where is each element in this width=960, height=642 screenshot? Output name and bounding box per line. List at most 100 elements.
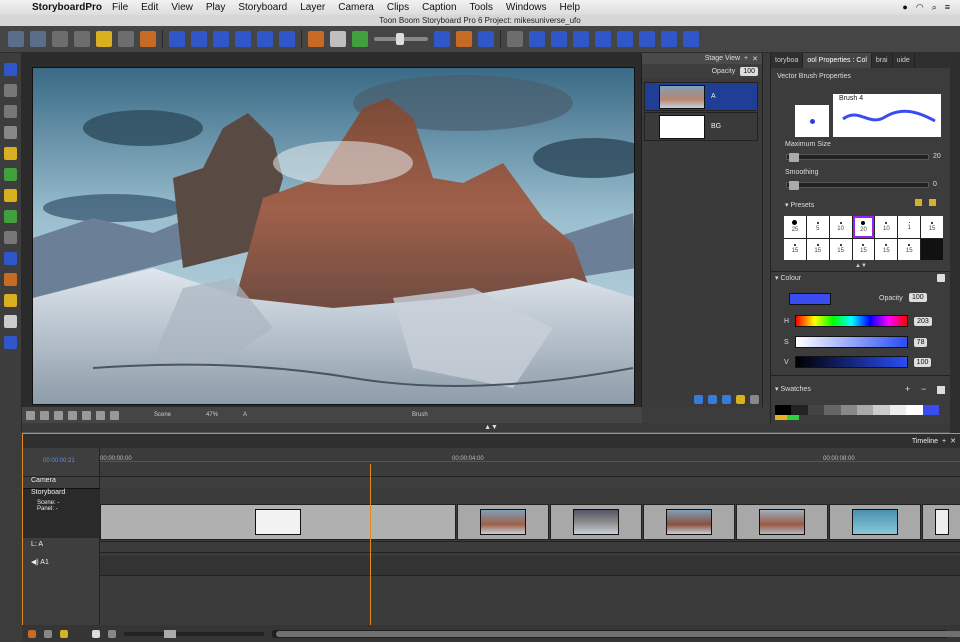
add-vector-layer-icon[interactable] [694, 394, 703, 404]
swatch[interactable] [775, 415, 787, 420]
add-scene-icon[interactable] [191, 31, 207, 47]
smoothing-knob[interactable] [789, 181, 799, 190]
swatches-header[interactable]: ▾ Swatches [775, 385, 811, 393]
bucket-icon[interactable] [456, 31, 472, 47]
menu-layer[interactable]: Layer [300, 2, 325, 13]
eyedropper-icon[interactable] [4, 294, 17, 307]
stage-zoom-label[interactable]: 47% [206, 412, 218, 418]
zoom-icon[interactable] [108, 629, 116, 638]
preset-cell[interactable]: 15 [829, 238, 852, 260]
speaker-icon[interactable]: ◀) [31, 559, 39, 566]
swatch[interactable] [922, 405, 940, 415]
camera-extra-icon[interactable] [683, 31, 699, 47]
storyboard-clip[interactable] [457, 504, 549, 540]
colour-opacity-value[interactable]: 100 [909, 293, 927, 302]
transform-icon[interactable] [434, 31, 450, 47]
preset-cell[interactable]: 15 [784, 238, 806, 260]
s-value[interactable]: 78 [913, 337, 928, 347]
preset-cell[interactable]: 10 [829, 216, 852, 238]
layer-row[interactable]: A [644, 82, 758, 111]
brush-stroke-icon[interactable] [352, 31, 368, 47]
onion-skin-icon[interactable] [308, 31, 324, 47]
preset-cell[interactable]: 15 [875, 238, 898, 260]
preset-cell[interactable]: 25 [784, 216, 806, 238]
timeline-tracks[interactable]: 00:00:00:00 00:00:04:00 00:00:08:00 [100, 448, 960, 626]
text-icon[interactable] [4, 231, 17, 244]
camera-move-icon[interactable] [551, 31, 567, 47]
menu-clips[interactable]: Clips [387, 2, 409, 13]
swatch[interactable] [791, 405, 808, 415]
storyboard-clip[interactable] [829, 504, 921, 540]
storyboard-clip[interactable] [643, 504, 735, 540]
rectangle-icon[interactable] [4, 252, 17, 265]
add-track-icon[interactable] [28, 629, 36, 638]
storyboard-track-label[interactable]: Storyboard Scene: - Panel: - [23, 488, 100, 538]
menu-app-name[interactable]: StoryboardPro [32, 2, 102, 13]
tab-storyboard[interactable]: toryboa [771, 53, 804, 68]
layer-track-label[interactable]: L: A [23, 541, 100, 553]
add-audio-icon[interactable] [44, 629, 52, 638]
grid-icon[interactable] [118, 31, 134, 47]
list-icon[interactable]: ≡ [945, 2, 950, 13]
menu-tools[interactable]: Tools [470, 2, 493, 13]
smoothing-value[interactable]: 0 [933, 181, 937, 188]
saturation-slider[interactable] [794, 336, 908, 348]
add-bitmap-layer-icon[interactable] [708, 394, 717, 404]
current-colour-swatch[interactable] [789, 293, 831, 305]
current-time[interactable]: 00:00:00:21 [43, 458, 75, 464]
tab-tool-properties[interactable]: ool Properties : Col [803, 53, 872, 68]
preset-add-icon[interactable] [915, 199, 922, 206]
duplicate-layer-icon[interactable] [736, 394, 745, 404]
preset-import-icon[interactable] [929, 199, 936, 206]
onion-icon[interactable] [110, 410, 119, 420]
save-icon[interactable] [30, 31, 46, 47]
reset-view-icon[interactable] [26, 410, 35, 420]
camera-rotate-icon[interactable] [573, 31, 589, 47]
brush-stroke-preview[interactable]: Brush 4 [833, 94, 941, 137]
add-tab-icon[interactable]: + [744, 55, 748, 62]
swatches-menu-icon[interactable] [937, 386, 945, 394]
menu-file[interactable]: File [112, 2, 128, 13]
menu-caption[interactable]: Caption [422, 2, 456, 13]
menu-view[interactable]: View [171, 2, 193, 13]
add-group-icon[interactable] [722, 394, 731, 404]
menu-edit[interactable]: Edit [141, 2, 158, 13]
layer-track[interactable] [100, 541, 960, 553]
folder-icon[interactable] [60, 629, 68, 638]
brush-shape-icon[interactable] [330, 31, 346, 47]
swatch[interactable] [873, 405, 890, 415]
zoom-icon[interactable] [4, 336, 17, 349]
h-value[interactable]: 203 [914, 316, 932, 326]
layer-row[interactable]: BG [644, 112, 758, 141]
stage-layer-label[interactable]: A [243, 412, 247, 418]
hue-slider[interactable] [795, 315, 909, 327]
delete-layer-icon[interactable] [750, 394, 759, 404]
smoothing-slider[interactable] [786, 181, 929, 190]
panel-collapse-handle[interactable]: ▲▼ [22, 423, 960, 433]
add-swatch-icon[interactable]: + [905, 384, 910, 394]
zoom-fit-icon[interactable] [92, 629, 100, 638]
swatch[interactable] [857, 405, 874, 415]
storyboard-clip[interactable] [100, 504, 456, 540]
timeline-scrollbar[interactable] [272, 629, 960, 638]
menu-storyboard[interactable]: Storyboard [238, 2, 287, 13]
max-size-slider[interactable] [786, 153, 929, 162]
trash-icon[interactable] [52, 31, 68, 47]
max-size-value[interactable]: 20 [933, 153, 941, 160]
playhead[interactable] [370, 464, 371, 626]
preset-cell[interactable]: 15 [806, 238, 829, 260]
value-slider[interactable] [794, 356, 908, 368]
camera-keyframe-icon[interactable] [617, 31, 633, 47]
camera-reset-icon[interactable] [639, 31, 655, 47]
layer-icon[interactable] [478, 31, 494, 47]
3d-icon[interactable] [507, 31, 523, 47]
swatch[interactable] [807, 405, 825, 415]
camera-view-icon[interactable] [529, 31, 545, 47]
paint-bucket-icon[interactable] [4, 273, 17, 286]
opacity-value[interactable]: 100 [740, 66, 758, 76]
rotate-right-icon[interactable] [82, 410, 91, 420]
max-size-knob[interactable] [789, 153, 799, 162]
sound-icon[interactable] [257, 31, 273, 47]
stamp-icon[interactable] [4, 210, 17, 223]
menu-play[interactable]: Play [206, 2, 225, 13]
